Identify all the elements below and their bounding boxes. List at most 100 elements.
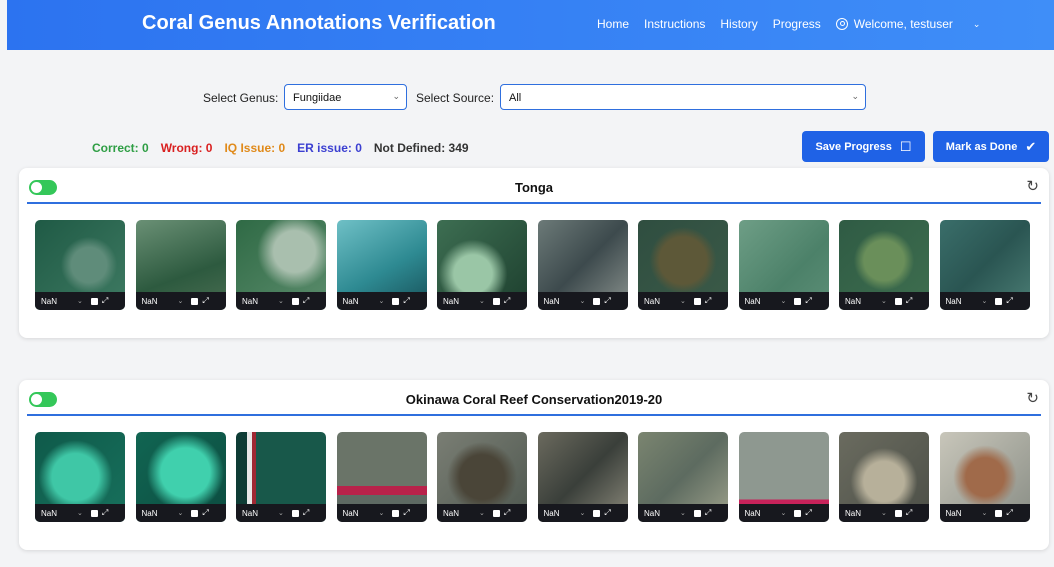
label-select[interactable]: NaN <box>142 509 172 518</box>
chevron-down-icon: ⌄ <box>392 91 400 101</box>
expand-icon[interactable]: ⤢ <box>604 296 610 306</box>
mark-done-button[interactable]: Mark as Done ✔ <box>933 131 1049 162</box>
card-toggle[interactable] <box>29 180 57 195</box>
expand-icon[interactable]: ⤢ <box>504 508 510 518</box>
save-progress-button[interactable]: Save Progress ☐ <box>802 131 925 162</box>
select-checkbox[interactable] <box>794 509 802 517</box>
coral-thumbnail[interactable]: NaN ⌄ ⤢ <box>35 220 125 310</box>
select-checkbox[interactable] <box>191 297 199 305</box>
coral-thumbnail[interactable]: NaN ⌄ ⤢ <box>336 220 427 310</box>
label-select[interactable]: NaN <box>745 297 775 306</box>
select-checkbox[interactable] <box>693 509 701 517</box>
coral-thumbnail[interactable]: NaN ⌄ ⤢ <box>35 432 125 522</box>
coral-thumbnail[interactable]: NaN ⌄ ⤢ <box>537 220 628 310</box>
source-select[interactable]: All ⌄ <box>500 84 866 110</box>
expand-icon[interactable]: ⤢ <box>102 508 108 518</box>
user-menu[interactable]: Welcome, testuser ⌄ <box>835 17 996 31</box>
coral-thumbnail[interactable]: NaN ⌄ ⤢ <box>135 220 226 310</box>
label-select[interactable]: NaN <box>242 509 272 518</box>
refresh-icon[interactable]: ↻ <box>1026 177 1039 195</box>
select-checkbox[interactable] <box>492 509 500 517</box>
nav-history[interactable]: History <box>720 17 757 31</box>
top-nav: Home Instructions History Progress Welco… <box>597 17 1010 31</box>
expand-icon[interactable]: ⤢ <box>202 296 208 306</box>
expand-icon[interactable]: ⤢ <box>202 508 208 518</box>
select-checkbox[interactable] <box>191 509 199 517</box>
expand-icon[interactable]: ⤢ <box>1006 508 1012 518</box>
label-select[interactable]: NaN <box>544 509 574 518</box>
select-checkbox[interactable] <box>492 297 500 305</box>
expand-icon[interactable]: ⤢ <box>403 508 409 518</box>
expand-icon[interactable]: ⤢ <box>1006 296 1012 306</box>
expand-icon[interactable]: ⤢ <box>705 508 711 518</box>
select-checkbox[interactable] <box>291 509 299 517</box>
select-checkbox[interactable] <box>593 509 601 517</box>
coral-thumbnail[interactable]: NaN ⌄ ⤢ <box>236 432 326 522</box>
select-checkbox[interactable] <box>894 509 902 517</box>
expand-icon[interactable]: ⤢ <box>303 296 309 306</box>
label-select[interactable]: NaN <box>644 509 674 518</box>
label-select[interactable]: NaN <box>242 297 272 306</box>
expand-icon[interactable]: ⤢ <box>906 508 912 518</box>
expand-icon[interactable]: ⤢ <box>403 296 409 306</box>
label-select[interactable]: NaN <box>41 297 71 306</box>
coral-thumbnail[interactable]: NaN ⌄ ⤢ <box>939 432 1030 522</box>
label-select[interactable]: NaN <box>343 297 373 306</box>
save-progress-label: Save Progress <box>815 140 892 153</box>
select-checkbox[interactable] <box>894 297 902 305</box>
chevron-down-icon: ⌄ <box>77 510 83 517</box>
coral-thumbnail[interactable]: NaN ⌄ ⤢ <box>839 432 929 522</box>
card-toggle[interactable] <box>29 392 57 407</box>
label-select[interactable]: NaN <box>946 509 976 518</box>
expand-icon[interactable]: ⤢ <box>504 296 510 306</box>
page-title: Coral Genus Annotations Verification <box>142 12 496 34</box>
expand-icon[interactable]: ⤢ <box>805 508 811 518</box>
label-select[interactable]: NaN <box>544 297 574 306</box>
coral-thumbnail[interactable]: NaN ⌄ ⤢ <box>939 220 1030 310</box>
genus-select[interactable]: Fungiidae ⌄ <box>284 84 407 110</box>
label-select[interactable]: NaN <box>142 297 172 306</box>
coral-thumbnail[interactable]: NaN ⌄ ⤢ <box>135 432 226 522</box>
select-checkbox[interactable] <box>693 297 701 305</box>
coral-thumbnail[interactable]: NaN ⌄ ⤢ <box>336 432 427 522</box>
expand-icon[interactable]: ⤢ <box>102 296 108 306</box>
coral-thumbnail[interactable]: NaN ⌄ ⤢ <box>638 220 728 310</box>
label-select[interactable]: NaN <box>443 509 473 518</box>
label-select[interactable]: NaN <box>343 509 373 518</box>
select-checkbox[interactable] <box>291 297 299 305</box>
nav-home[interactable]: Home <box>597 17 629 31</box>
expand-icon[interactable]: ⤢ <box>805 296 811 306</box>
select-checkbox[interactable] <box>593 297 601 305</box>
coral-thumbnail[interactable]: NaN ⌄ ⤢ <box>437 220 527 310</box>
expand-icon[interactable]: ⤢ <box>906 296 912 306</box>
select-checkbox[interactable] <box>392 509 400 517</box>
source-card-okinawa: Okinawa Coral Reef Conservation2019-20 ↻… <box>19 380 1049 550</box>
source-card-tonga: Tonga ↻ NaN ⌄ ⤢ NaN ⌄ ⤢ NaN ⌄ ⤢ NaN ⌄ ⤢ NaN ⌄ ⤢ Na… <box>19 168 1049 338</box>
expand-icon[interactable]: ⤢ <box>705 296 711 306</box>
coral-thumbnail[interactable]: NaN ⌄ ⤢ <box>236 220 326 310</box>
select-checkbox[interactable] <box>995 297 1003 305</box>
label-select[interactable]: NaN <box>644 297 674 306</box>
label-select[interactable]: NaN <box>946 297 976 306</box>
coral-thumbnail[interactable]: NaN ⌄ ⤢ <box>839 220 929 310</box>
select-checkbox[interactable] <box>995 509 1003 517</box>
nav-instructions[interactable]: Instructions <box>644 17 705 31</box>
select-checkbox[interactable] <box>90 509 98 517</box>
coral-thumbnail[interactable]: NaN ⌄ ⤢ <box>437 432 527 522</box>
nav-progress[interactable]: Progress <box>773 17 821 31</box>
coral-thumbnail[interactable]: NaN ⌄ ⤢ <box>738 432 829 522</box>
refresh-icon[interactable]: ↻ <box>1026 389 1039 407</box>
label-select[interactable]: NaN <box>41 509 71 518</box>
label-select[interactable]: NaN <box>443 297 473 306</box>
select-checkbox[interactable] <box>794 297 802 305</box>
label-select[interactable]: NaN <box>745 509 775 518</box>
label-select[interactable]: NaN <box>845 509 875 518</box>
coral-thumbnail[interactable]: NaN ⌄ ⤢ <box>537 432 628 522</box>
label-select[interactable]: NaN <box>845 297 875 306</box>
expand-icon[interactable]: ⤢ <box>303 508 309 518</box>
coral-thumbnail[interactable]: NaN ⌄ ⤢ <box>738 220 829 310</box>
coral-thumbnail[interactable]: NaN ⌄ ⤢ <box>638 432 728 522</box>
expand-icon[interactable]: ⤢ <box>604 508 610 518</box>
select-checkbox[interactable] <box>90 297 98 305</box>
select-checkbox[interactable] <box>392 297 400 305</box>
